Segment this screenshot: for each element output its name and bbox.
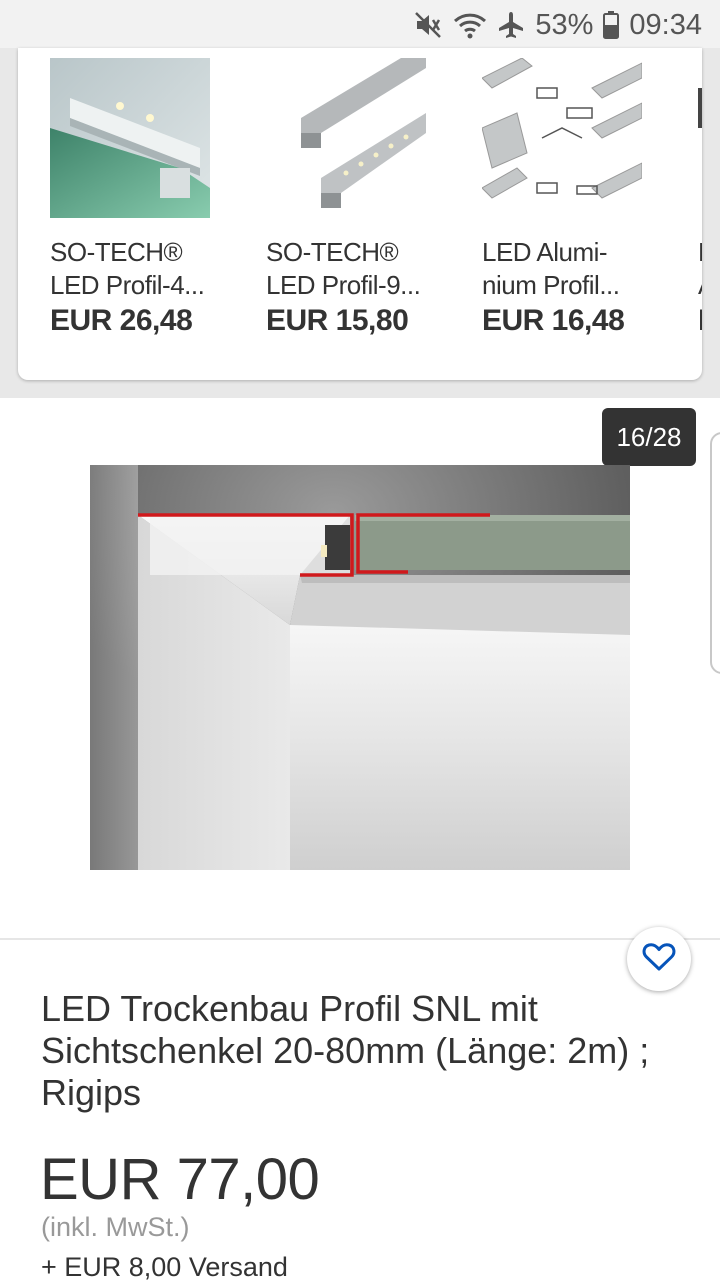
battery-icon: [603, 11, 620, 39]
recommendation-price: EUR 15,80: [266, 304, 409, 337]
recommendation-price: E: [698, 304, 702, 338]
product-image[interactable]: [90, 465, 630, 870]
recommendation-item[interactable]: SO-TECH® LED Profil-9... EUR 15,80: [266, 58, 456, 338]
wifi-icon: [453, 10, 487, 40]
product-title: LED Trockenbau Profil SNL mit Sichtschen…: [41, 988, 650, 1113]
recommendation-price: EUR 26,48: [50, 304, 193, 337]
next-image-peek[interactable]: [710, 432, 720, 674]
status-bar: 53% 09:34: [0, 0, 720, 48]
image-counter: 16/28: [602, 408, 696, 466]
product-thumbnail[interactable]: [482, 58, 642, 218]
recommendation-item[interactable]: L A E: [698, 58, 702, 338]
status-icons: 53% 09:34: [413, 8, 702, 42]
recommendation-title[interactable]: L A: [698, 236, 702, 302]
clock: 09:34: [629, 8, 702, 41]
recommendation-title[interactable]: SO-TECH® LED Profil-4...: [50, 236, 240, 302]
airplane-mode-icon: [497, 10, 525, 40]
recommendation-carousel[interactable]: SO-TECH® LED Profil-4... EUR 26,48 SO-TE…: [18, 48, 702, 380]
recommendation-title[interactable]: LED Alumi- nium Profil...: [482, 236, 672, 302]
mute-icon: [413, 10, 443, 40]
product-price: EUR 77,00: [40, 1147, 320, 1212]
tax-note: (inkl. MwSt.): [41, 1212, 190, 1242]
product-thumbnail[interactable]: [698, 58, 702, 218]
battery-percent: 53%: [535, 8, 594, 41]
product-thumbnail[interactable]: [266, 58, 426, 218]
recommendation-item[interactable]: LED Alumi- nium Profil... EUR 16,48: [482, 58, 672, 338]
shipping-cost: + EUR 8,00 Versand: [41, 1252, 288, 1282]
product-thumbnail[interactable]: [50, 58, 210, 218]
divider: [0, 938, 720, 940]
recommendation-title[interactable]: SO-TECH® LED Profil-9...: [266, 236, 456, 302]
watchlist-button[interactable]: [627, 927, 691, 991]
recommendation-item[interactable]: SO-TECH® LED Profil-4... EUR 26,48: [50, 58, 240, 338]
recommendation-price: EUR 16,48: [482, 304, 625, 337]
heart-icon: [642, 942, 676, 977]
